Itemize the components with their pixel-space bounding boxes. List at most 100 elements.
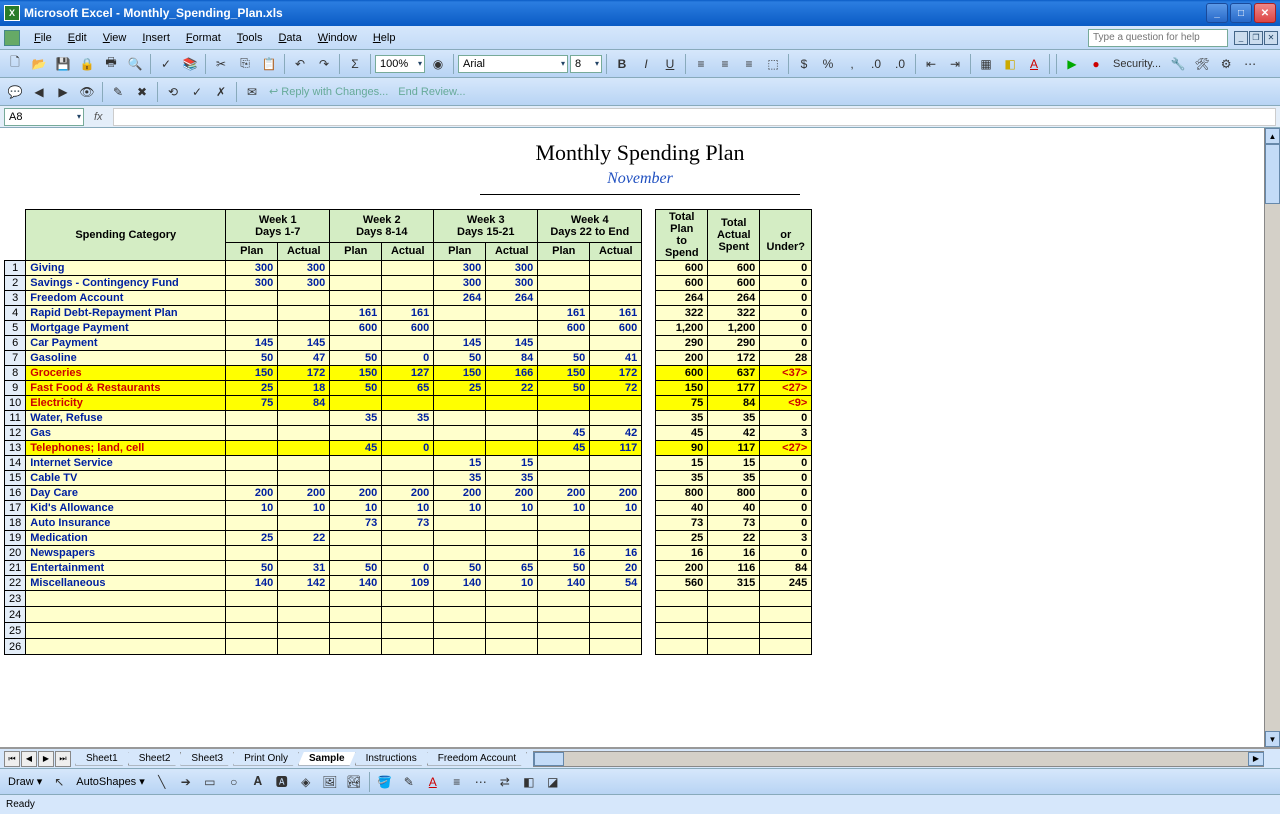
data-cell[interactable]: 45	[538, 426, 590, 441]
research-icon[interactable]: 📚	[179, 53, 201, 75]
total-cell[interactable]: 1,200	[656, 321, 708, 336]
data-cell[interactable]: 50	[538, 381, 590, 396]
data-cell[interactable]: 16	[590, 546, 642, 561]
row-header[interactable]: 11	[5, 411, 26, 426]
data-cell[interactable]	[330, 276, 382, 291]
total-cell[interactable]: 84	[708, 396, 760, 411]
data-cell[interactable]	[226, 411, 278, 426]
track-icon[interactable]: ⟲	[162, 81, 184, 103]
data-cell[interactable]: 22	[486, 381, 538, 396]
row-header[interactable]: 21	[5, 561, 26, 576]
data-cell[interactable]: 140	[538, 576, 590, 591]
category-cell[interactable]: Medication	[26, 531, 226, 546]
data-cell[interactable]: 161	[330, 306, 382, 321]
data-cell[interactable]: 264	[486, 291, 538, 306]
data-cell[interactable]: 22	[278, 531, 330, 546]
tab-prev-icon[interactable]: ◀	[21, 751, 37, 767]
wordart-icon[interactable]: 🅰	[271, 771, 293, 793]
data-cell[interactable]	[330, 426, 382, 441]
category-cell[interactable]: Kid's Allowance	[26, 501, 226, 516]
data-cell[interactable]: 84	[278, 396, 330, 411]
ink-icon[interactable]: ✎	[107, 81, 129, 103]
data-cell[interactable]: 172	[278, 366, 330, 381]
sheet-tab-freedom-account[interactable]: Freedom Account	[427, 752, 527, 766]
sheet-tab-instructions[interactable]: Instructions	[355, 752, 428, 766]
data-cell[interactable]: 50	[226, 351, 278, 366]
data-cell[interactable]: 0	[382, 351, 434, 366]
data-cell[interactable]	[278, 321, 330, 336]
total-cell[interactable]: 637	[708, 366, 760, 381]
row-header[interactable]: 6	[5, 336, 26, 351]
row-header[interactable]: 25	[5, 623, 26, 639]
total-cell[interactable]: 25	[656, 531, 708, 546]
data-cell[interactable]: 10	[278, 501, 330, 516]
data-cell[interactable]: 35	[486, 471, 538, 486]
data-cell[interactable]: 600	[330, 321, 382, 336]
copy-icon[interactable]: ⎘	[234, 53, 256, 75]
category-cell[interactable]: Rapid Debt-Repayment Plan	[26, 306, 226, 321]
data-cell[interactable]	[538, 456, 590, 471]
increase-indent-icon[interactable]: ⇥	[944, 53, 966, 75]
arrow-icon[interactable]: ➔	[175, 771, 197, 793]
total-cell[interactable]: 600	[656, 366, 708, 381]
data-cell[interactable]	[278, 291, 330, 306]
data-cell[interactable]: 50	[434, 561, 486, 576]
row-header[interactable]: 1	[5, 261, 26, 276]
minimize-button[interactable]: _	[1206, 3, 1228, 23]
total-cell[interactable]: 75	[656, 396, 708, 411]
data-cell[interactable]	[226, 441, 278, 456]
data-cell[interactable]: 142	[278, 576, 330, 591]
menu-data[interactable]: Data	[270, 30, 309, 46]
row-header[interactable]: 26	[5, 639, 26, 655]
vertical-scrollbar[interactable]: ▲ ▼	[1264, 128, 1280, 747]
total-cell[interactable]: 22	[708, 531, 760, 546]
3d-icon[interactable]: ◪	[542, 771, 564, 793]
data-cell[interactable]	[278, 516, 330, 531]
data-cell[interactable]	[330, 531, 382, 546]
comment-next-icon[interactable]: ▶	[52, 81, 74, 103]
total-cell[interactable]: 322	[708, 306, 760, 321]
data-cell[interactable]	[590, 336, 642, 351]
data-cell[interactable]: 161	[382, 306, 434, 321]
total-cell[interactable]: 116	[708, 561, 760, 576]
data-cell[interactable]: 145	[226, 336, 278, 351]
data-cell[interactable]: 300	[226, 261, 278, 276]
data-cell[interactable]: 10	[486, 501, 538, 516]
picture-icon[interactable]: 🏞	[343, 771, 365, 793]
row-header[interactable]: 16	[5, 486, 26, 501]
category-cell[interactable]: Car Payment	[26, 336, 226, 351]
percent-icon[interactable]: %	[817, 53, 839, 75]
data-cell[interactable]	[278, 411, 330, 426]
row-header[interactable]: 7	[5, 351, 26, 366]
total-cell[interactable]: 117	[708, 441, 760, 456]
decrease-decimal-icon[interactable]: .0	[889, 53, 911, 75]
total-cell[interactable]: 15	[708, 456, 760, 471]
total-cell[interactable]: 40	[656, 501, 708, 516]
data-cell[interactable]	[226, 456, 278, 471]
total-cell[interactable]: 0	[760, 291, 812, 306]
scroll-thumb[interactable]	[1265, 144, 1280, 204]
menu-tools[interactable]: Tools	[229, 30, 271, 46]
total-cell[interactable]: 0	[760, 456, 812, 471]
data-cell[interactable]	[486, 516, 538, 531]
category-cell[interactable]: Day Care	[26, 486, 226, 501]
data-cell[interactable]	[538, 471, 590, 486]
data-cell[interactable]: 35	[330, 411, 382, 426]
comment-prev-icon[interactable]: ◀	[28, 81, 50, 103]
total-cell[interactable]: 0	[760, 306, 812, 321]
data-cell[interactable]: 200	[226, 486, 278, 501]
tab-next-icon[interactable]: ▶	[38, 751, 54, 767]
data-cell[interactable]: 35	[434, 471, 486, 486]
total-cell[interactable]: 73	[656, 516, 708, 531]
data-cell[interactable]: 200	[278, 486, 330, 501]
data-cell[interactable]	[538, 336, 590, 351]
total-cell[interactable]: 40	[708, 501, 760, 516]
data-cell[interactable]: 10	[382, 501, 434, 516]
category-cell[interactable]: Auto Insurance	[26, 516, 226, 531]
data-cell[interactable]	[278, 456, 330, 471]
data-cell[interactable]: 18	[278, 381, 330, 396]
data-cell[interactable]	[590, 396, 642, 411]
total-cell[interactable]: 264	[656, 291, 708, 306]
data-cell[interactable]	[382, 531, 434, 546]
font-combo[interactable]: Arial	[458, 55, 568, 73]
